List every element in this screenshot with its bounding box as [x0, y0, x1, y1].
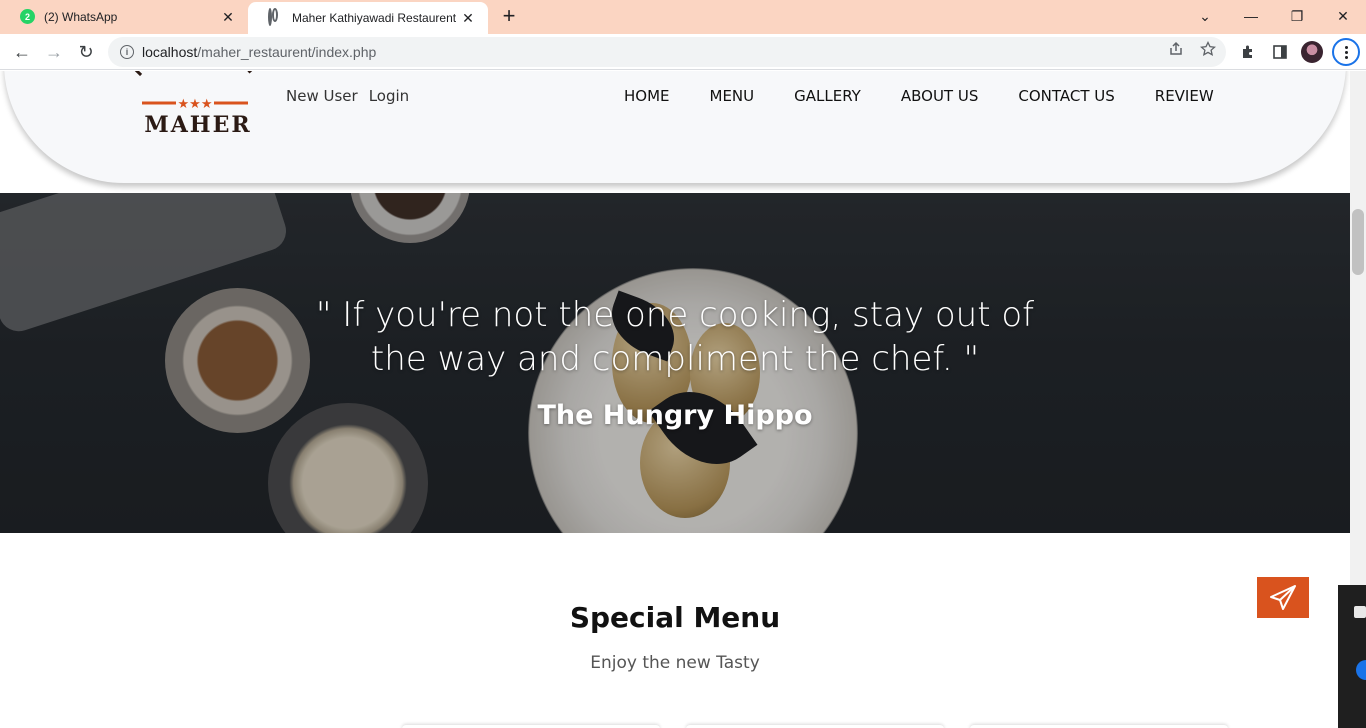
- close-icon[interactable]: ✕: [220, 9, 236, 25]
- tab-title: (2) WhatsApp: [44, 10, 118, 24]
- nav-about-us[interactable]: ABOUT US: [901, 87, 979, 105]
- logo-stars: ★★★: [178, 96, 213, 111]
- main-navigation: HOME MENU GALLERY ABOUT US CONTACT US RE…: [624, 87, 1254, 105]
- auth-links: New User Login: [286, 87, 409, 105]
- new-user-link[interactable]: New User: [286, 87, 358, 105]
- page-viewport: RESTAURANT ★★★ MAHER New User Login HOME…: [0, 71, 1350, 728]
- globe-icon: [268, 8, 284, 26]
- forward-button[interactable]: →: [40, 38, 68, 66]
- send-message-button[interactable]: [1257, 577, 1309, 618]
- extensions-puzzle-icon[interactable]: [1238, 42, 1258, 62]
- restore-button[interactable]: ❐: [1274, 0, 1320, 32]
- special-menu-subtitle: Enjoy the new Tasty: [590, 653, 760, 673]
- url-host: localhost: [142, 44, 198, 60]
- tab-whatsapp[interactable]: 2 (2) WhatsApp ✕: [0, 0, 248, 34]
- tab-title: Maher Kathiyawadi Restaurent: [292, 11, 457, 25]
- reload-button[interactable]: ↻: [72, 38, 100, 66]
- window-close-button[interactable]: ✕: [1320, 0, 1366, 32]
- svg-text:RESTAURANT: RESTAURANT: [128, 71, 264, 80]
- bookmark-star-icon[interactable]: [1200, 41, 1216, 57]
- whatsapp-icon: 2: [20, 9, 36, 25]
- nav-home[interactable]: HOME: [624, 87, 670, 105]
- address-bar[interactable]: i localhost/maher_restaurent/index.php: [108, 37, 1226, 67]
- url-path: /maher_restaurent/index.php: [197, 44, 377, 60]
- minimize-button[interactable]: —: [1228, 0, 1274, 32]
- browser-toolbar: ← → ↻ i localhost/maher_restaurent/index…: [0, 34, 1366, 70]
- login-link[interactable]: Login: [369, 87, 409, 105]
- special-menu-title: Special Menu: [569, 601, 781, 634]
- side-notification-panel[interactable]: [1338, 585, 1366, 728]
- tab-search-chevron-icon[interactable]: ⌄: [1182, 0, 1228, 32]
- site-info-icon[interactable]: i: [120, 45, 134, 59]
- notification-badge-icon[interactable]: [1356, 660, 1366, 680]
- new-tab-button[interactable]: +: [498, 5, 520, 28]
- nav-menu[interactable]: MENU: [710, 87, 755, 105]
- close-icon[interactable]: ✕: [460, 10, 476, 26]
- tab-maher-restaurant[interactable]: Maher Kathiyawadi Restaurent ✕: [248, 2, 488, 34]
- back-button[interactable]: ←: [8, 38, 36, 66]
- nav-gallery[interactable]: GALLERY: [794, 87, 861, 105]
- side-panel-icon[interactable]: [1270, 42, 1290, 62]
- scrollbar-thumb[interactable]: [1352, 209, 1364, 275]
- tab-strip: 2 (2) WhatsApp ✕ Maher Kathiyawadi Resta…: [0, 0, 1366, 34]
- hero-banner: " If you're not the one cooking, stay ou…: [0, 193, 1350, 533]
- nav-review[interactable]: REVIEW: [1155, 87, 1214, 105]
- notification-image-icon: [1354, 606, 1366, 618]
- logo-name: MAHER: [144, 112, 251, 136]
- hero-quote: " If you're not the one cooking, stay ou…: [315, 295, 1035, 379]
- hero-quote-author: The Hungry Hippo: [537, 400, 813, 431]
- profile-avatar[interactable]: [1301, 41, 1323, 63]
- share-icon[interactable]: [1168, 41, 1184, 57]
- site-header: RESTAURANT ★★★ MAHER New User Login HOME…: [4, 71, 1346, 183]
- browser-menu-button[interactable]: [1332, 38, 1360, 66]
- paper-plane-icon: [1270, 584, 1296, 610]
- nav-contact-us[interactable]: CONTACT US: [1018, 87, 1114, 105]
- restaurant-maher-logo[interactable]: RESTAURANT ★★★ MAHER: [122, 71, 268, 136]
